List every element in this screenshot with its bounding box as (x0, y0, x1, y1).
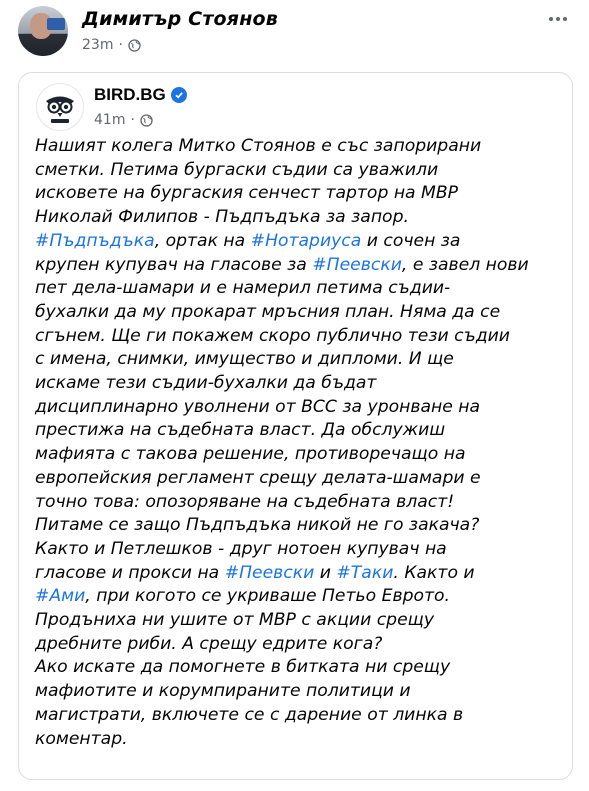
shared-post-card[interactable]: BIRD.BG 41m · Нашият колега Митко Стояно… (18, 72, 573, 780)
post-text-segment: и (314, 562, 337, 583)
more-options-icon[interactable] (544, 9, 572, 29)
post-text-segment: , ортак на (154, 230, 251, 251)
hashtag-link[interactable]: #Нотариуса (251, 231, 362, 251)
globe-icon (128, 38, 141, 52)
verified-badge-icon (170, 87, 187, 103)
hashtag-link[interactable]: #Пеевски (225, 563, 315, 583)
shared-post-meta: 41m · (94, 112, 153, 128)
shared-post-time[interactable]: 41m (94, 112, 125, 128)
post-text-segment: , при когото се укриваше Петьо Еврото. П… (35, 586, 464, 749)
post-text-segment: , е завел нови пет дела-шамари и е намер… (35, 254, 529, 583)
post-text-segment: . Както и (393, 562, 475, 583)
hashtag-link[interactable]: #Таки (336, 563, 393, 583)
hashtag-link[interactable]: #Пеевски (312, 255, 402, 275)
page-name-label[interactable]: BIRD.BG (94, 85, 166, 105)
page-name[interactable]: BIRD.BG (94, 85, 187, 105)
meta-separator: · (130, 112, 135, 128)
hashtag-link[interactable]: #Ами (35, 586, 85, 606)
post-time[interactable]: 23m (82, 37, 113, 53)
outer-post-header: Димитър Стоянов 23m · (18, 6, 578, 58)
meta-separator: · (118, 37, 123, 53)
bird-page-avatar[interactable] (36, 83, 84, 131)
author-avatar[interactable] (18, 6, 68, 56)
hashtag-link[interactable]: #Пъдпъдъка (35, 231, 155, 251)
bird-logo-icon (46, 96, 74, 123)
post-text-segment: Нашият колега Митко Стоянов е със запори… (35, 136, 482, 228)
author-name[interactable]: Димитър Стоянов (82, 8, 278, 30)
post-body-text: Нашият колега Митко Стоянов е със запори… (35, 135, 563, 751)
globe-icon (140, 113, 153, 127)
outer-post-meta: 23m · (82, 37, 141, 53)
